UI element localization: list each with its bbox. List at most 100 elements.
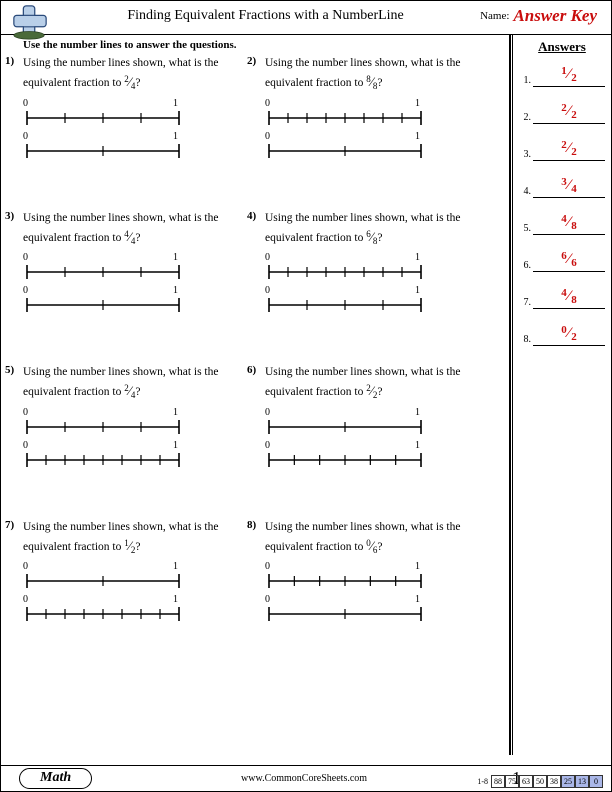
answer-fraction: 2⁄2	[561, 103, 577, 120]
answer-line: 2⁄2	[533, 104, 605, 124]
nl-start: 0	[23, 252, 28, 263]
answer-number: 1.	[519, 75, 533, 87]
nl-end: 1	[173, 594, 178, 605]
score-box: 1-8 887563503825130	[477, 775, 603, 788]
problem-text: Using the number lines shown, what is th…	[23, 210, 261, 248]
answer-line: 3⁄4	[533, 178, 605, 198]
nl-end: 1	[415, 131, 420, 142]
number-line	[265, 451, 425, 469]
number-line-block: 01	[23, 440, 261, 469]
header: Finding Equivalent Fractions with a Numb…	[1, 1, 611, 35]
nl-labels: 01	[265, 285, 420, 296]
score-cell: 75	[505, 775, 519, 788]
number-line-block: 01	[23, 252, 261, 281]
problem-text: Using the number lines shown, what is th…	[265, 519, 503, 557]
nl-labels: 01	[265, 131, 420, 142]
number-line	[265, 572, 425, 590]
problem-text: Using the number lines shown, what is th…	[23, 55, 261, 93]
problem-text: Using the number lines shown, what is th…	[23, 519, 261, 557]
score-cell: 0	[589, 775, 603, 788]
nl-start: 0	[265, 407, 270, 418]
answer-number: 3.	[519, 149, 533, 161]
problem: 7) Using the number lines shown, what is…	[23, 519, 261, 626]
problem: 2) Using the number lines shown, what is…	[265, 55, 503, 162]
nl-start: 0	[265, 561, 270, 572]
answer-line: 0⁄2	[533, 326, 605, 346]
number-line	[265, 605, 425, 623]
nl-start: 0	[23, 440, 28, 451]
problem-number: 1)	[5, 55, 14, 67]
nl-labels: 01	[23, 561, 178, 572]
nl-end: 1	[173, 285, 178, 296]
score-cell: 50	[533, 775, 547, 788]
nl-start: 0	[23, 131, 28, 142]
problem-number: 7)	[5, 519, 14, 531]
main-area: Use the number lines to answer the quest…	[1, 35, 611, 755]
answer-number: 8.	[519, 334, 533, 346]
logo-icon	[11, 3, 49, 41]
nl-labels: 01	[265, 98, 420, 109]
answer-fraction: 0⁄2	[561, 325, 577, 342]
number-line-block: 01	[265, 98, 503, 127]
nl-end: 1	[173, 561, 178, 572]
number-line	[265, 296, 425, 314]
subject-badge: Math	[19, 768, 92, 789]
nl-start: 0	[23, 561, 28, 572]
nl-labels: 01	[23, 440, 178, 451]
answers-list: 1. 1⁄2 2. 2⁄2 3. 2⁄2 4. 3⁄4 5. 4⁄8 6. 6⁄…	[519, 67, 605, 346]
problems-grid: 1) Using the number lines shown, what is…	[23, 55, 503, 625]
nl-end: 1	[415, 561, 420, 572]
number-line	[23, 142, 183, 160]
score-cell: 88	[491, 775, 505, 788]
answer-fraction: 2⁄2	[561, 140, 577, 157]
answer-fraction: 4⁄8	[561, 214, 577, 231]
problem-number: 2)	[247, 55, 256, 67]
answer-line: 6⁄6	[533, 252, 605, 272]
nl-end: 1	[415, 440, 420, 451]
number-line	[265, 418, 425, 436]
problem-text: Using the number lines shown, what is th…	[23, 364, 261, 402]
answer-key-label: Answer Key	[513, 6, 611, 29]
score-cell: 13	[575, 775, 589, 788]
number-line-block: 01	[23, 407, 261, 436]
nl-labels: 01	[23, 285, 178, 296]
nl-end: 1	[415, 407, 420, 418]
number-line	[23, 572, 183, 590]
problem: 8) Using the number lines shown, what is…	[265, 519, 503, 626]
worksheet-page: Finding Equivalent Fractions with a Numb…	[0, 0, 612, 792]
score-cell: 38	[547, 775, 561, 788]
nl-labels: 01	[265, 252, 420, 263]
nl-end: 1	[415, 285, 420, 296]
score-cell: 25	[561, 775, 575, 788]
answer-number: 6.	[519, 260, 533, 272]
number-line-block: 01	[23, 594, 261, 623]
nl-end: 1	[415, 594, 420, 605]
problem-number: 8)	[247, 519, 256, 531]
problem: 3) Using the number lines shown, what is…	[23, 210, 261, 317]
nl-labels: 01	[265, 561, 420, 572]
nl-labels: 01	[265, 594, 420, 605]
problem-number: 4)	[247, 210, 256, 222]
nl-end: 1	[173, 131, 178, 142]
nl-end: 1	[173, 252, 178, 263]
nl-start: 0	[265, 440, 270, 451]
worksheet-title: Finding Equivalent Fractions with a Numb…	[1, 8, 480, 27]
number-line	[23, 296, 183, 314]
content-area: Use the number lines to answer the quest…	[1, 35, 510, 755]
answer-row: 6. 6⁄6	[519, 252, 605, 272]
nl-labels: 01	[23, 252, 178, 263]
number-line	[23, 451, 183, 469]
name-label: Name:	[480, 10, 513, 25]
problem-fraction: 0⁄6	[366, 536, 377, 556]
answer-line: 4⁄8	[533, 215, 605, 235]
number-line-block: 01	[265, 440, 503, 469]
nl-end: 1	[173, 98, 178, 109]
number-line	[23, 418, 183, 436]
problem-fraction: 2⁄2	[366, 381, 377, 401]
answers-column: Answers 1. 1⁄2 2. 2⁄2 3. 2⁄2 4. 3⁄4 5. 4…	[510, 35, 611, 755]
number-line-block: 01	[265, 407, 503, 436]
problem-fraction: 1⁄2	[124, 536, 135, 556]
problem: 1) Using the number lines shown, what is…	[23, 55, 261, 162]
answer-row: 2. 2⁄2	[519, 104, 605, 124]
problem-number: 5)	[5, 364, 14, 376]
